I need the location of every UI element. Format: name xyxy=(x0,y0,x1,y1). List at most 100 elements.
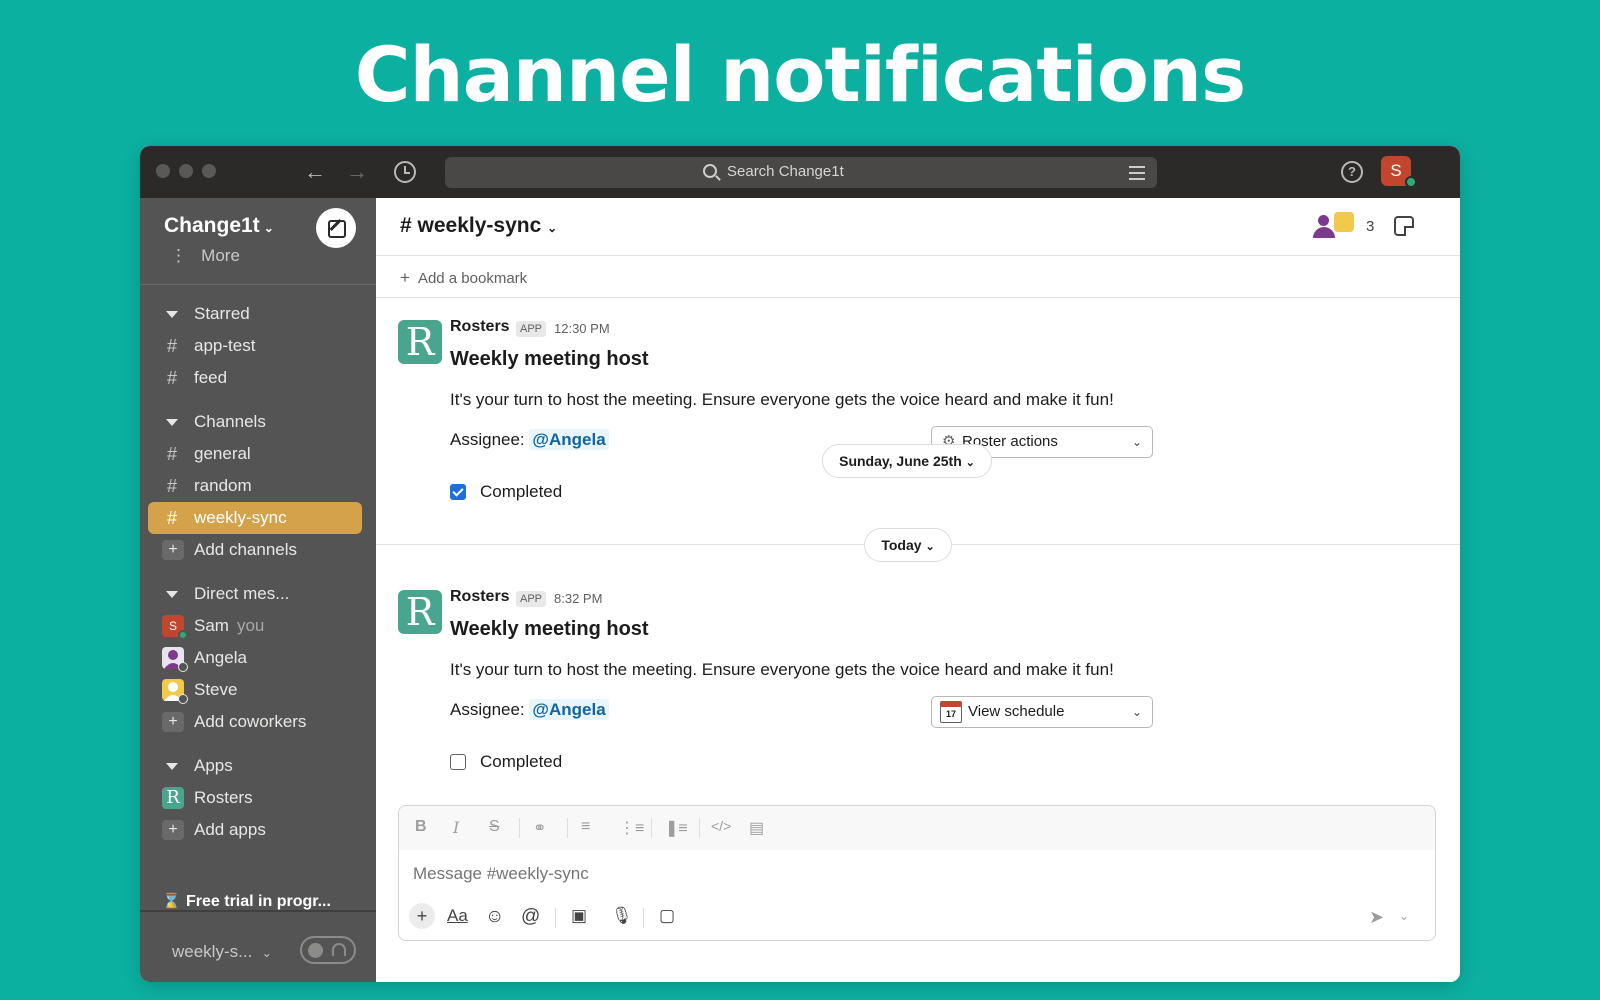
message-body: It's your turn to host the meeting. Ensu… xyxy=(450,390,1114,409)
section-starred[interactable]: Starred xyxy=(148,298,362,330)
link-icon[interactable]: ⚭ xyxy=(533,818,546,838)
assignee-row: Assignee: @Angela xyxy=(450,699,609,720)
message-timestamp[interactable]: 8:32 PM xyxy=(554,591,602,606)
section-label: Channels xyxy=(194,412,266,431)
caret-down-icon xyxy=(166,591,178,598)
bullet-list-icon[interactable]: ⋮≡ xyxy=(619,818,644,838)
plus-icon[interactable]: + xyxy=(409,903,435,929)
sidebar-item-dm-steve[interactable]: Steve xyxy=(148,674,362,706)
user-mention[interactable]: @Angela xyxy=(529,429,609,450)
message-sender[interactable]: Rosters xyxy=(450,588,510,606)
slash-command-icon[interactable]: ▢ xyxy=(659,906,675,926)
video-icon[interactable]: ▣ xyxy=(571,906,587,926)
forward-arrow-icon[interactable]: → xyxy=(343,158,371,186)
dm-sublabel: you xyxy=(236,616,265,635)
message-timestamp[interactable]: 12:30 PM xyxy=(554,321,610,336)
add-channels-button[interactable]: + Add channels xyxy=(148,534,362,566)
toolbar-divider xyxy=(567,818,568,838)
message: R Rosters APP 8:32 PM Weekly meeting hos… xyxy=(376,568,1460,798)
ordered-list-icon[interactable]: ≡ xyxy=(581,818,590,836)
message-composer: B I S ⚭ ≡ ⋮≡ ❚≡ </> ▤ + Aa ☺ @ ▣ 🎙 xyxy=(398,805,1436,941)
format-text-icon[interactable]: Aa xyxy=(447,906,468,926)
blockquote-icon[interactable]: ❚≡ xyxy=(665,818,688,838)
members-button[interactable]: 3 xyxy=(1312,212,1382,242)
send-icon[interactable]: ➤ xyxy=(1369,907,1384,928)
section-label: Starred xyxy=(194,304,250,323)
sidebar-item-feed[interactable]: # feed xyxy=(148,362,362,394)
add-apps-button[interactable]: + Add apps xyxy=(148,814,362,846)
channel-label: weekly-sync xyxy=(194,508,287,527)
section-apps[interactable]: Apps xyxy=(148,750,362,782)
italic-icon[interactable]: I xyxy=(453,818,459,837)
sidebar-item-app-test[interactable]: # app-test xyxy=(148,330,362,362)
mention-icon[interactable]: @ xyxy=(521,906,540,928)
huddle-channel-select[interactable]: weekly-s... ⌄ xyxy=(172,942,272,962)
channel-header: # weekly-sync ⌄ 3 xyxy=(376,198,1460,256)
trial-label: Free trial in progr... xyxy=(186,893,331,910)
strikethrough-icon[interactable]: S xyxy=(489,818,500,836)
huddle-toggle[interactable] xyxy=(300,936,356,964)
section-label: Direct mes... xyxy=(194,584,290,603)
rosters-app-icon: R xyxy=(162,787,184,809)
date-divider-button[interactable]: Sunday, June 25th ⌄ xyxy=(822,444,992,478)
message-title: Weekly meeting host xyxy=(450,618,649,640)
chevron-down-icon: ⌄ xyxy=(261,946,272,960)
checkbox-label: Completed xyxy=(480,482,563,501)
channel-title[interactable]: # weekly-sync ⌄ xyxy=(400,214,557,238)
sidebar-item-dm-angela[interactable]: Angela xyxy=(148,642,362,674)
add-bookmark-button[interactable]: + Add a bookmark xyxy=(400,268,527,288)
sidebar-item-more[interactable]: ⋮ More xyxy=(170,246,240,266)
section-channels[interactable]: Channels xyxy=(148,406,362,438)
help-icon[interactable]: ? xyxy=(1341,161,1363,183)
plus-icon: + xyxy=(162,712,184,732)
section-direct-messages[interactable]: Direct mes... xyxy=(148,578,362,610)
sidebar-item-weekly-sync[interactable]: # weekly-sync xyxy=(148,502,362,534)
person-icon xyxy=(1312,214,1336,238)
channel-label: feed xyxy=(194,368,228,387)
chevron-down-icon: ⌄ xyxy=(965,457,975,469)
hash-icon: # xyxy=(166,368,177,388)
sidebar-divider xyxy=(140,284,376,285)
sidebar-item-rosters[interactable]: R Rosters xyxy=(148,782,362,814)
channel-label: app-test xyxy=(194,336,256,355)
sidebar-item-random[interactable]: # random xyxy=(148,470,362,502)
presence-indicator xyxy=(178,694,188,704)
view-schedule-select[interactable]: 17 View schedule ⌄ xyxy=(931,696,1153,728)
date-divider-button[interactable]: Today ⌄ xyxy=(864,528,952,562)
bold-icon[interactable]: B xyxy=(415,818,427,836)
canvas-icon[interactable] xyxy=(1394,216,1414,236)
section-label: Apps xyxy=(194,756,233,775)
completed-checkbox[interactable] xyxy=(450,484,466,500)
add-channels-label: Add channels xyxy=(194,540,298,559)
window-zoom-button[interactable] xyxy=(202,164,216,178)
history-icon[interactable] xyxy=(394,161,416,183)
sidebar-item-dm-sam[interactable]: S Sam you xyxy=(148,610,362,642)
user-mention[interactable]: @Angela xyxy=(529,699,609,720)
workspace-menu[interactable]: Change1t ⌄ xyxy=(164,214,274,238)
code-icon[interactable]: </> xyxy=(711,818,731,834)
emoji-icon[interactable]: ☺ xyxy=(485,906,504,928)
app-badge: APP xyxy=(516,591,547,607)
presence-indicator xyxy=(1405,176,1417,188)
add-coworkers-button[interactable]: + Add coworkers xyxy=(148,706,362,738)
filter-icon[interactable] xyxy=(1129,166,1145,180)
microphone-icon[interactable]: 🎙 xyxy=(611,906,633,926)
code-block-icon[interactable]: ▤ xyxy=(749,818,764,838)
message-input[interactable] xyxy=(413,864,1413,884)
compose-button[interactable] xyxy=(316,208,356,248)
toolbar-divider xyxy=(519,818,520,838)
completed-checkbox[interactable] xyxy=(450,754,466,770)
search-input[interactable]: Search Change1t xyxy=(445,157,1157,188)
toolbar-divider xyxy=(643,908,644,928)
window-minimize-button[interactable] xyxy=(179,164,193,178)
sidebar-footer: weekly-s... ⌄ xyxy=(140,910,376,982)
headphones-icon xyxy=(332,943,346,956)
free-trial-banner[interactable]: ⌛ Free trial in progr... xyxy=(162,892,331,911)
chevron-down-icon[interactable]: ⌄ xyxy=(1399,909,1409,923)
message-sender[interactable]: Rosters xyxy=(450,318,510,336)
window-close-button[interactable] xyxy=(156,164,170,178)
toolbar-divider xyxy=(699,818,700,838)
hash-icon: # xyxy=(400,214,412,237)
sidebar-item-general[interactable]: # general xyxy=(148,438,362,470)
back-arrow-icon[interactable]: ← xyxy=(301,158,329,186)
